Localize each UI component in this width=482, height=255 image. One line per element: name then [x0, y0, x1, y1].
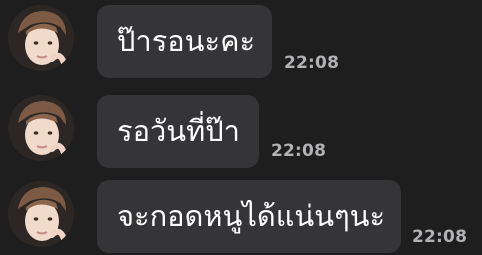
- avatar-portrait: [8, 181, 74, 247]
- avatar-portrait: [8, 95, 74, 161]
- message-text: จะกอดหนูได้แน่นๆนะ: [117, 199, 386, 233]
- user-avatar-icon[interactable]: [8, 95, 74, 161]
- avatar-portrait: [8, 5, 74, 71]
- user-avatar-icon[interactable]: [8, 181, 74, 247]
- message-text: ป๊ารอนะคะ: [117, 24, 256, 58]
- user-avatar-icon[interactable]: [8, 5, 74, 71]
- message-text: รอวันที่ป๊า: [117, 114, 240, 148]
- message-bubble[interactable]: ป๊ารอนะคะ: [97, 5, 272, 78]
- message-time: 22:08: [271, 141, 327, 161]
- message-bubble[interactable]: จะกอดหนูได้แน่นๆนะ: [97, 180, 401, 253]
- message-time: 22:08: [412, 227, 468, 247]
- message-time: 22:08: [284, 53, 340, 73]
- message-bubble[interactable]: รอวันที่ป๊า: [97, 95, 259, 168]
